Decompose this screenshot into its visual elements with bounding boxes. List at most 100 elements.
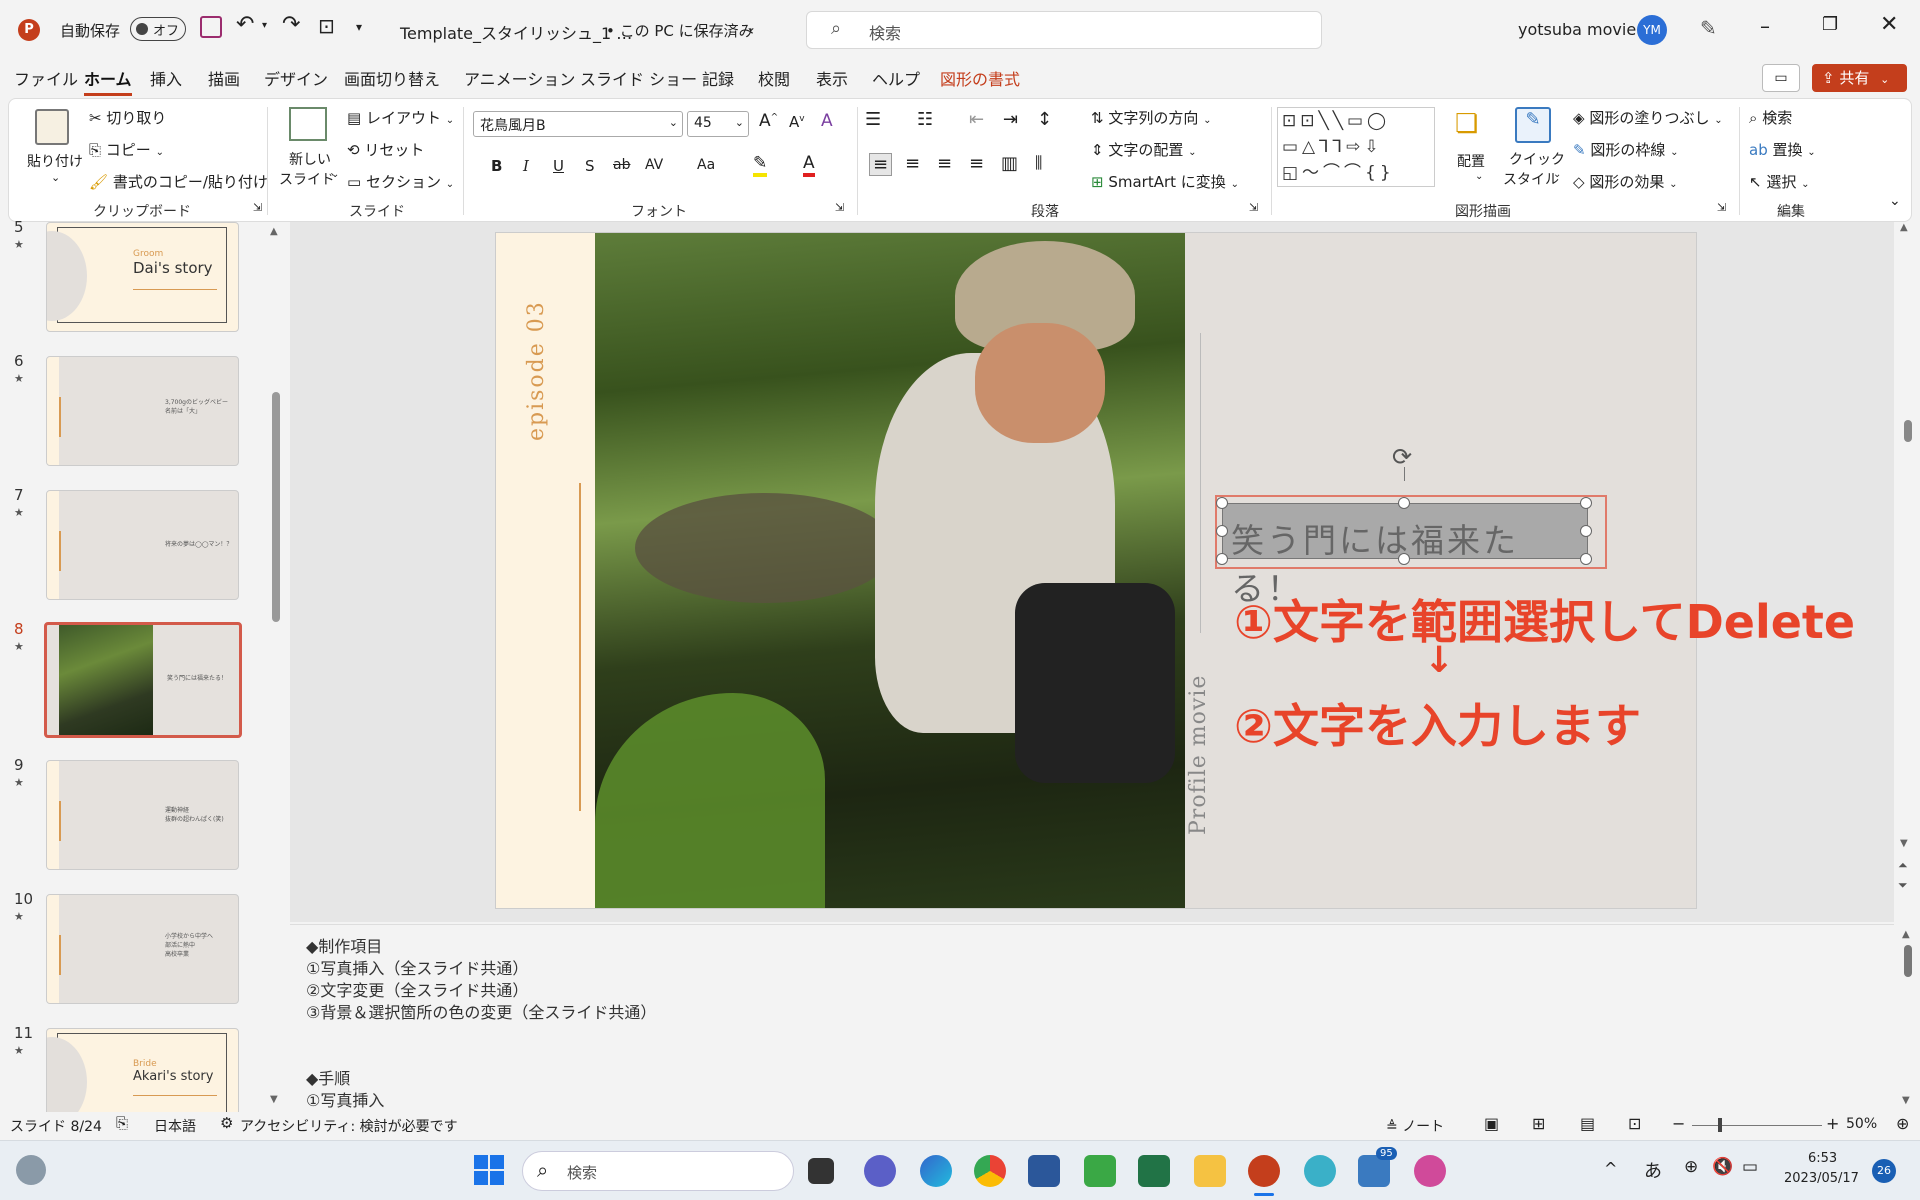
section-button[interactable]: ▭ セクション ⌄	[347, 171, 454, 192]
tray-chevron-icon[interactable]: ^	[1604, 1159, 1617, 1178]
shrink-font-icon[interactable]: Av	[789, 113, 805, 131]
profile-movie-label[interactable]: Profile movie	[1186, 665, 1222, 835]
tab-file[interactable]: ファイル	[14, 66, 78, 90]
tab-view[interactable]: 表示	[816, 66, 848, 90]
file-explorer-icon[interactable]	[1194, 1155, 1226, 1187]
resize-handle-s[interactable]	[1398, 553, 1410, 565]
bold-button[interactable]: B	[491, 157, 502, 175]
zoom-level[interactable]: 50%	[1846, 1116, 1877, 1132]
format-painter-button[interactable]: 🖌 書式のコピー/貼り付け	[89, 171, 268, 192]
line-spacing-icon[interactable]: ↕	[1037, 109, 1052, 130]
decrease-indent-icon[interactable]: ⇤	[969, 109, 984, 130]
avatar[interactable]: YM	[1637, 15, 1667, 45]
justify-icon[interactable]: ≡	[969, 153, 984, 174]
excel-icon[interactable]	[1138, 1155, 1170, 1187]
paste-icon[interactable]	[35, 109, 69, 145]
user-name[interactable]: yotsuba movie	[1518, 20, 1636, 39]
selected-textbox[interactable]: 笑う門には福来たる！	[1222, 503, 1588, 608]
columns-icon[interactable]: ⫼	[1035, 153, 1042, 173]
save-status[interactable]: • この PC に保存済み	[606, 20, 754, 41]
restore-icon[interactable]: ❐	[1822, 14, 1838, 35]
font-name-select[interactable]: 花鳥風月B ⌄	[473, 111, 683, 137]
text-direction-button[interactable]: ⇅ 文字列の方向 ⌄	[1091, 107, 1212, 128]
comments-button[interactable]: ▭	[1762, 64, 1800, 92]
paragraph-launcher-icon[interactable]: ⇲	[1249, 201, 1258, 214]
battery-icon[interactable]: ▭	[1742, 1157, 1758, 1177]
thumb-slide-9[interactable]: 運動神経 抜群の超わんぱく(笑)	[46, 760, 239, 870]
font-color-icon[interactable]: A	[803, 153, 815, 177]
search-box[interactable]: ⌕ 検索	[806, 11, 1322, 49]
quick-styles-label-1[interactable]: クイック	[1509, 149, 1565, 169]
resize-handle-ne[interactable]	[1580, 497, 1592, 509]
reset-button[interactable]: ⟲ リセット	[347, 139, 424, 160]
customize-qat-icon[interactable]: ▾	[356, 20, 362, 34]
zoom-out-icon[interactable]: −	[1672, 1114, 1685, 1133]
shape-effects-button[interactable]: ◇ 図形の効果 ⌄	[1573, 171, 1678, 192]
clipboard-launcher-icon[interactable]: ⇲	[253, 201, 262, 214]
arrange-chevron-icon[interactable]: ⌄	[1475, 171, 1483, 182]
font-size-select[interactable]: 45 ⌄	[687, 111, 749, 137]
prev-slide-icon[interactable]: ⏶	[1898, 858, 1908, 873]
char-spacing-button[interactable]: AV	[645, 157, 663, 173]
new-slide-label-2[interactable]: スライド	[279, 169, 335, 189]
drawing-launcher-icon[interactable]: ⇲	[1717, 201, 1726, 214]
italic-button[interactable]: I	[523, 157, 529, 175]
slide-sorter-icon[interactable]: ⊞	[1532, 1114, 1545, 1133]
rotate-handle-icon[interactable]: ⟳	[1392, 443, 1412, 471]
slideshow-icon[interactable]: ⊡	[1628, 1114, 1641, 1133]
tab-design[interactable]: デザイン	[264, 66, 328, 90]
notification-badge[interactable]: 26	[1872, 1159, 1896, 1183]
resize-handle-se[interactable]	[1580, 553, 1592, 565]
tab-animations[interactable]: アニメーション	[464, 66, 575, 90]
tab-draw[interactable]: 描画	[208, 66, 240, 90]
reading-view-icon[interactable]: ▤	[1580, 1114, 1595, 1133]
quick-styles-icon[interactable]: ✎	[1515, 107, 1551, 143]
new-slide-chevron-icon[interactable]: ⌄	[331, 169, 339, 180]
tab-help[interactable]: ヘルプ	[872, 66, 920, 90]
shadow-button[interactable]: S	[585, 157, 595, 175]
resize-handle-e[interactable]	[1580, 525, 1592, 537]
paste-button[interactable]: 貼り付け	[27, 151, 83, 171]
notes-scroll-down-icon[interactable]: ▼	[1902, 1095, 1910, 1106]
scroll-down-icon[interactable]: ▼	[1900, 838, 1908, 849]
strikethrough-button[interactable]: ab	[613, 157, 630, 173]
tab-insert[interactable]: 挿入	[150, 66, 182, 90]
tab-slideshow[interactable]: スライド ショー	[580, 66, 697, 90]
pen-icon[interactable]: ✎	[1700, 16, 1717, 40]
shape-outline-button[interactable]: ✎ 図形の枠線 ⌄	[1573, 139, 1679, 160]
select-button[interactable]: ↖ 選択 ⌄	[1749, 171, 1810, 192]
word-icon[interactable]	[1028, 1155, 1060, 1187]
change-case-button[interactable]: Aa	[697, 157, 715, 173]
distribute-icon[interactable]: ▥	[1001, 153, 1018, 174]
next-slide-icon[interactable]: ⏷	[1898, 878, 1908, 893]
increase-indent-icon[interactable]: ⇥	[1003, 109, 1018, 130]
zoom-slider[interactable]	[1692, 1118, 1822, 1132]
accessibility-status[interactable]: アクセシビリティ: 検討が必要です	[240, 1116, 458, 1136]
layout-button[interactable]: ▤ レイアウト ⌄	[347, 107, 454, 128]
widgets-icon[interactable]	[16, 1155, 46, 1185]
shape-fill-button[interactable]: ◈ 図形の塗りつぶし ⌄	[1573, 107, 1723, 128]
share-button[interactable]: ⇪ 共有 ⌄	[1812, 64, 1907, 92]
accessibility-icon[interactable]: ⚙	[220, 1114, 233, 1132]
present-icon[interactable]: ⊡	[318, 14, 335, 38]
ime-indicator[interactable]: あ	[1644, 1157, 1662, 1183]
cut-button[interactable]: ✂ 切り取り	[89, 107, 166, 128]
clear-format-icon[interactable]: A	[821, 111, 833, 131]
new-slide-icon[interactable]	[289, 107, 327, 141]
smartart-button[interactable]: ⊞ SmartArt に変換 ⌄	[1091, 171, 1239, 192]
slide-canvas[interactable]: episode 03 Profile movie ⟳ 笑う門には福来たる！	[495, 232, 1697, 909]
network-icon[interactable]: ⊕	[1684, 1157, 1698, 1177]
thumb-scroll-up-icon[interactable]: ▲	[270, 226, 278, 237]
volume-muted-icon[interactable]: 🔇	[1712, 1157, 1733, 1177]
new-slide-label-1[interactable]: 新しい	[289, 149, 331, 169]
fit-slide-icon[interactable]: ⊕	[1896, 1114, 1909, 1133]
undo-icon[interactable]: ↶	[236, 12, 254, 37]
tab-home[interactable]: ホーム	[84, 66, 132, 96]
language-label[interactable]: 日本語	[154, 1116, 196, 1136]
clock-date[interactable]: 2023/05/17	[1784, 1171, 1859, 1186]
find-button[interactable]: ⌕ 検索	[1749, 107, 1792, 128]
notes-scrollbar-thumb[interactable]	[1904, 945, 1912, 977]
shapes-gallery[interactable]: ⊡⊡╲╲▭◯ ▭△⅂⅂⇨⇩ ◱〜⌒⌒{}	[1277, 107, 1435, 187]
replace-button[interactable]: ab 置換 ⌄	[1749, 139, 1816, 160]
quick-styles-chevron-icon[interactable]: ⌄	[1553, 169, 1561, 180]
